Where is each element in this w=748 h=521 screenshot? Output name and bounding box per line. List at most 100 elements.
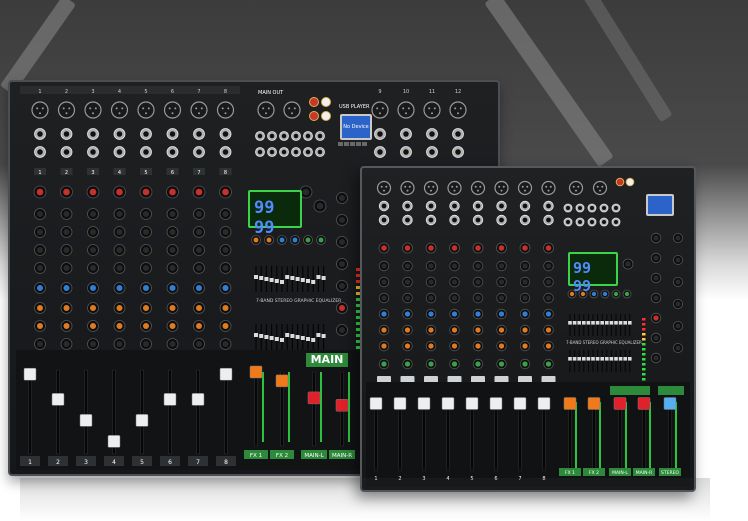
- xlr-socket: [470, 180, 486, 196]
- xlr-pin: [221, 107, 224, 110]
- xlr-pin: [147, 107, 150, 110]
- jack-hole: [475, 203, 481, 209]
- channel-number: 7: [197, 89, 200, 95]
- knob-cap: [142, 228, 150, 236]
- main-fader-cap: [335, 399, 349, 412]
- knob-cap: [475, 327, 481, 333]
- fader-number: 4: [112, 459, 116, 466]
- jack-hole: [403, 131, 409, 137]
- knob-cap: [195, 188, 203, 196]
- jack-hole: [566, 206, 570, 210]
- knob-cap: [89, 340, 97, 348]
- xlr-socket: [57, 101, 76, 119]
- knob-cap: [338, 194, 346, 202]
- jack-hole: [546, 217, 551, 223]
- eq-slot: [587, 314, 589, 336]
- eq-cap: [614, 357, 618, 361]
- level-led: [642, 318, 646, 321]
- knob-cap: [195, 210, 203, 218]
- eq-cap: [628, 357, 632, 361]
- jack-hole: [169, 131, 176, 137]
- usb-screen-text: No Device: [343, 124, 369, 130]
- xlr-pin: [380, 185, 383, 188]
- xlr-socket: [137, 101, 155, 119]
- knob-cap: [36, 322, 44, 330]
- jack-hole: [405, 203, 410, 209]
- knob-cap: [498, 279, 505, 285]
- knob-cap: [428, 327, 434, 333]
- eq-cap: [259, 334, 264, 338]
- fader-label: FX 1: [565, 470, 575, 476]
- knob-cap: [451, 263, 458, 269]
- knob-cap: [222, 228, 229, 236]
- knob-cap: [545, 361, 552, 367]
- floor-reflection: [20, 478, 710, 521]
- knob-cap: [498, 361, 505, 367]
- knob-cap: [338, 326, 346, 334]
- channel-fader-slot: [28, 369, 32, 455]
- usb-control-button: [362, 142, 367, 146]
- mute-button: [471, 376, 485, 383]
- jack-hole: [293, 149, 299, 155]
- jack-hole: [116, 149, 123, 155]
- knob-cap: [428, 343, 434, 349]
- xlr-pin: [288, 107, 291, 110]
- xlr-pin: [432, 185, 435, 188]
- xlr-pin: [291, 112, 293, 115]
- channel-badge-number: 3: [91, 170, 94, 176]
- eq-cap: [280, 280, 284, 284]
- jack-hole: [143, 149, 149, 155]
- xlr-socket: [216, 101, 235, 119]
- rca-jack: [309, 111, 319, 121]
- knob-cap: [545, 311, 552, 317]
- eq-cap: [295, 277, 300, 281]
- knob-cap: [195, 284, 203, 292]
- channel-fader-slot: [84, 369, 88, 455]
- xlr-pin: [404, 185, 407, 188]
- xlr-socket: [110, 101, 129, 119]
- eq-cap: [582, 321, 586, 325]
- channel-number-strip: [20, 86, 240, 94]
- eq-slot: [620, 314, 622, 336]
- xlr-pin: [549, 185, 552, 188]
- master-fader-cap: [563, 397, 577, 410]
- knob-cap: [338, 216, 346, 224]
- usb-control-button: [338, 142, 343, 146]
- level-led: [642, 368, 646, 371]
- knob-cap: [292, 237, 298, 243]
- jack-hole: [305, 133, 311, 139]
- xlr-pin: [381, 107, 384, 110]
- fader-accent-stripe: [320, 372, 322, 442]
- xlr-pin: [174, 107, 177, 110]
- channel-badge-number: 1: [38, 170, 41, 176]
- eq-slot: [597, 350, 599, 372]
- fader-accent-stripe: [599, 402, 601, 468]
- fx-display: 99 99: [248, 190, 302, 238]
- eq-cap: [290, 276, 295, 280]
- knob-cap: [675, 301, 681, 307]
- jack-hole: [522, 203, 528, 209]
- master-fader-cap: [663, 397, 677, 410]
- xlr-pin: [68, 107, 71, 110]
- knob-cap: [195, 322, 203, 330]
- eq-cap: [618, 357, 623, 361]
- knob-cap: [522, 343, 528, 349]
- xlr-pin: [428, 107, 431, 110]
- eq-slot: [624, 350, 626, 372]
- channel-number: 6: [171, 89, 174, 95]
- eq-cap: [582, 357, 586, 361]
- knob-cap: [169, 188, 176, 196]
- knob-cap: [195, 340, 203, 348]
- knob-cap: [169, 322, 176, 330]
- knob-cap: [522, 327, 528, 333]
- jack-hole: [614, 220, 618, 224]
- xlr-pin: [479, 185, 482, 188]
- jack-hole: [566, 220, 570, 224]
- knob-cap: [222, 322, 229, 330]
- master-fader-slot: [668, 399, 672, 471]
- xlr-socket: [517, 180, 533, 196]
- knob-cap: [451, 245, 458, 251]
- master-fader-slot: [642, 399, 646, 471]
- knob-cap: [116, 304, 123, 312]
- fader-label: MAIN-R: [636, 470, 652, 476]
